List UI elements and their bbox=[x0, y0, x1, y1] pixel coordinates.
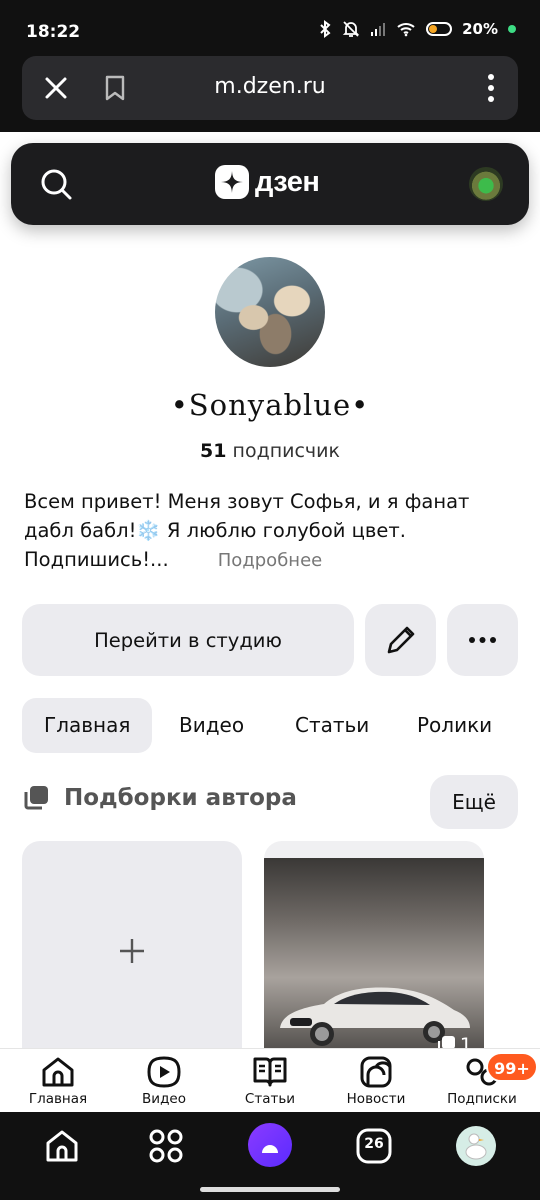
dzen-header: дзен bbox=[11, 143, 529, 225]
nav-label-video: Видео bbox=[142, 1091, 186, 1107]
goose-avatar[interactable] bbox=[456, 1126, 496, 1166]
battery-level: 20% bbox=[462, 20, 498, 38]
nav-item-articles[interactable]: Статьи bbox=[220, 1055, 320, 1107]
collection-icon bbox=[24, 786, 48, 810]
nav-label-subscriptions: Подписки bbox=[447, 1091, 517, 1107]
nav-label-home: Главная bbox=[28, 1091, 88, 1107]
edit-button[interactable] bbox=[365, 604, 436, 676]
articles-icon bbox=[253, 1057, 287, 1087]
go-to-studio-button[interactable]: Перейти в студию bbox=[22, 604, 354, 676]
nav-label-articles: Статьи bbox=[244, 1091, 296, 1107]
system-navigation-bar: 26 bbox=[0, 1112, 540, 1200]
browser-toolbar: m.dzen.ru bbox=[0, 56, 540, 132]
url-bar[interactable]: m.dzen.ru bbox=[22, 56, 518, 120]
plus-icon bbox=[120, 939, 144, 963]
status-bar: 18:22 20% bbox=[0, 0, 540, 56]
collection-cover-image: 1 bbox=[264, 858, 484, 1058]
dzen-logo-text: дзен bbox=[255, 165, 320, 198]
nav-item-home[interactable]: Главная bbox=[8, 1055, 108, 1107]
status-time: 18:22 bbox=[26, 22, 81, 42]
calendar-day: 26 bbox=[364, 1136, 384, 1152]
status-icons: 20% bbox=[318, 20, 516, 38]
more-link[interactable]: Подробнее bbox=[0, 550, 540, 571]
see-more-button[interactable]: Ещё bbox=[430, 775, 518, 829]
home-icon[interactable] bbox=[42, 1126, 82, 1166]
user-avatar[interactable] bbox=[469, 167, 503, 201]
bottom-navigation: Главная Видео Статьи Новости Подписки bbox=[0, 1048, 540, 1112]
tab-articles[interactable]: Статьи bbox=[295, 698, 369, 753]
url-text[interactable]: m.dzen.ru bbox=[22, 74, 518, 99]
subscribers-count: 51 bbox=[200, 440, 227, 462]
apps-grid-icon[interactable] bbox=[146, 1126, 186, 1166]
bell-off-icon bbox=[342, 21, 360, 37]
home-icon bbox=[42, 1057, 74, 1087]
subscribers-label: подписчик bbox=[232, 440, 340, 462]
profile-avatar bbox=[215, 257, 325, 367]
pencil-icon bbox=[387, 626, 415, 654]
tab-shorts[interactable]: Ролики bbox=[417, 698, 492, 753]
dzen-logo[interactable]: дзен bbox=[215, 165, 320, 199]
nav-label-news: Новости bbox=[346, 1091, 406, 1107]
battery-icon bbox=[426, 22, 453, 36]
channel-tabs: Главная Видео Статьи Ролики bbox=[22, 698, 532, 753]
subscriptions-badge: 99+ bbox=[486, 1052, 538, 1082]
tab-main[interactable]: Главная bbox=[22, 698, 153, 753]
news-icon bbox=[360, 1056, 392, 1088]
alice-icon[interactable] bbox=[248, 1123, 292, 1167]
privacy-dot-icon bbox=[508, 25, 516, 33]
home-gesture-bar[interactable] bbox=[200, 1187, 340, 1192]
signal-icon bbox=[371, 23, 386, 36]
search-icon[interactable] bbox=[39, 167, 73, 201]
subscribers-info[interactable]: 51 подписчик bbox=[0, 440, 540, 462]
video-icon bbox=[147, 1056, 181, 1088]
nav-item-news[interactable]: Новости bbox=[326, 1055, 426, 1107]
bluetooth-icon bbox=[320, 20, 331, 38]
profile-name: •Sonyablue• bbox=[170, 388, 370, 422]
more-options-button[interactable] bbox=[447, 604, 518, 676]
nav-item-video[interactable]: Видео bbox=[114, 1055, 214, 1107]
calendar-icon[interactable]: 26 bbox=[354, 1126, 394, 1166]
more-vertical-icon[interactable] bbox=[486, 72, 496, 104]
collections-heading: Подборки автора bbox=[22, 784, 297, 812]
wifi-icon bbox=[397, 23, 415, 37]
more-horizontal-icon bbox=[469, 637, 496, 643]
tab-video[interactable]: Видео bbox=[179, 698, 244, 753]
page-content: дзен •Sonyablue• 51 подписчик Всем приве… bbox=[0, 132, 540, 1112]
dzen-logo-icon bbox=[215, 165, 249, 199]
collections-title: Подборки автора bbox=[64, 785, 297, 811]
